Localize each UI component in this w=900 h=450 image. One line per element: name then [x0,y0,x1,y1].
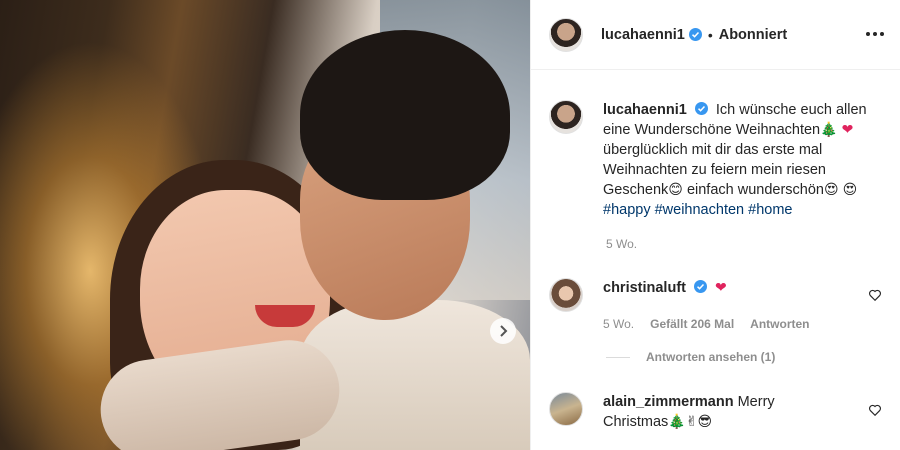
view-replies-button[interactable]: Antworten ansehen (1) [606,350,775,364]
caption-line-3: einfach wunderschön [686,182,824,198]
post-caption: lucahaenni1 Ich wünsche euch allen eine … [549,100,889,220]
avatar[interactable] [549,100,583,134]
caption-timestamp[interactable]: 5 Wo. [606,237,637,251]
sunglasses-emoji: 😎 [697,414,713,430]
reply-button[interactable]: Antworten [750,314,809,334]
comment-meta: 5 Wo. Gefällt 206 Mal Antworten [603,314,843,334]
avatar[interactable] [549,17,583,52]
comment-body: christinaluft ❤ 5 Wo. Gefällt 206 Mal An… [603,278,843,334]
verified-badge-icon [694,280,708,293]
more-options-icon[interactable] [866,26,886,42]
follow-status-button[interactable]: Abonniert [719,27,787,43]
heart-emoji: ❤ [841,122,854,138]
caption-text: lucahaenni1 Ich wünsche euch allen eine … [603,100,873,220]
chevron-right-icon [500,325,508,337]
post-photo[interactable] [0,0,530,450]
comment-username[interactable]: christinaluft [603,280,686,296]
hashtag-happy[interactable]: #happy [603,202,651,218]
victory-emoji: ✌ [685,414,698,430]
avatar[interactable] [549,278,583,312]
comment-alain-zimmermann: alain_zimmermann Merry Christmas🎄✌😎 [549,392,889,432]
verified-badge-icon [694,102,708,115]
comment-username[interactable]: alain_zimmermann [603,394,734,410]
tree-emoji: 🎄 [820,122,838,138]
hashtag-home[interactable]: #home [748,202,792,218]
comment-body: alain_zimmermann Merry Christmas🎄✌😎 [603,392,843,432]
smile-emoji: 😊 [668,182,683,198]
view-replies-label: Antworten ansehen (1) [646,350,776,364]
like-comment-heart-icon[interactable] [868,288,882,302]
avatar[interactable] [549,392,583,426]
like-comment-heart-icon[interactable] [868,403,882,417]
comment-likes[interactable]: Gefällt 206 Mal [650,314,734,334]
comment-text-2: Christmas [603,414,669,430]
hashtag-weihnachten[interactable]: #weihnachten [655,202,745,218]
post-header: lucahaenni1 • Abonniert [531,0,900,70]
heart-eyes-emoji: 😍 [842,182,858,198]
man-hair [300,30,510,200]
comment-timestamp[interactable]: 5 Wo. [603,314,634,334]
replies-divider-line [606,356,630,358]
comment-text-1: Merry [737,394,775,410]
tree-emoji: 🎄 [668,414,686,430]
post-details-panel: lucahaenni1 • Abonniert lucahaenni1 Ich … [530,0,900,450]
carousel-next-button[interactable] [490,318,516,344]
caption-username[interactable]: lucahaenni1 [603,102,687,118]
heart-eyes-emoji: 😍 [823,182,839,198]
comment-christinaluft: christinaluft ❤ 5 Wo. Gefällt 206 Mal An… [549,278,889,334]
heart-emoji: ❤ [715,280,727,296]
author-username[interactable]: lucahaenni1 [601,27,685,43]
verified-badge-icon [688,28,702,41]
separator-dot: • [707,26,713,43]
